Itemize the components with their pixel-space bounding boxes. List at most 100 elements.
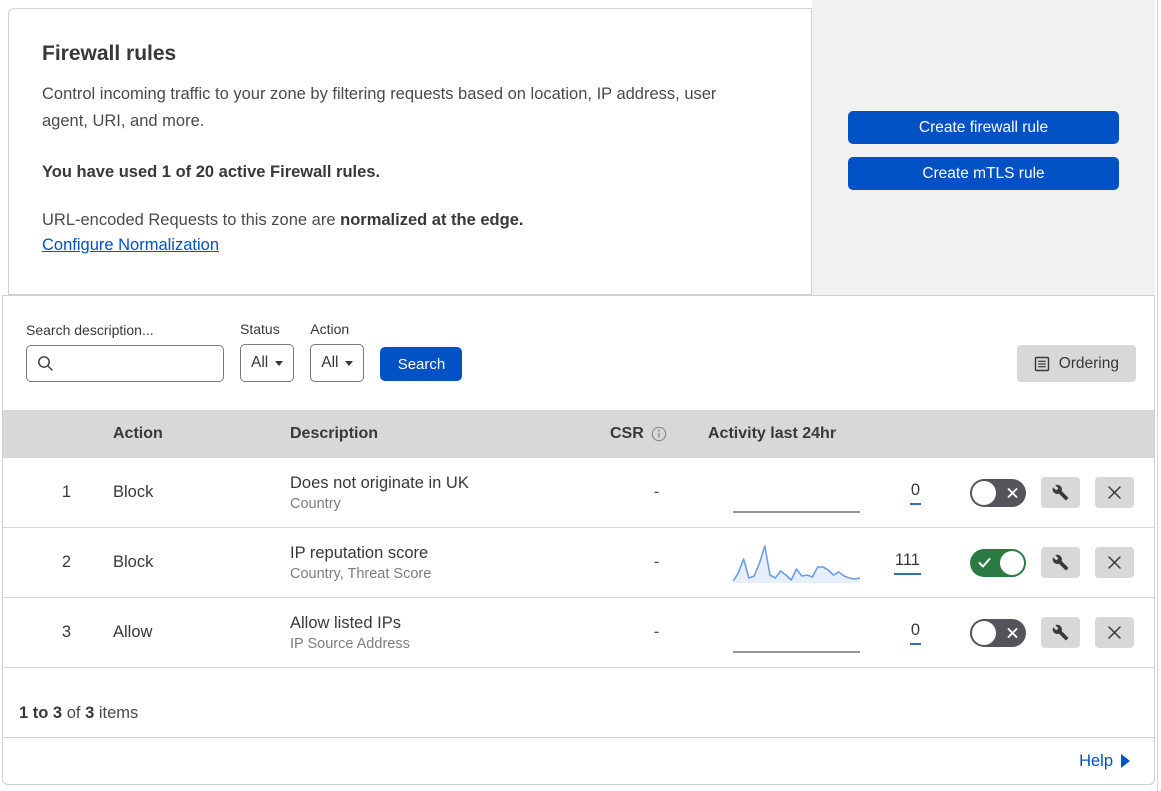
help-link[interactable]: Help	[1079, 752, 1130, 771]
search-label: Search description...	[26, 322, 154, 338]
action-column-header: Action	[113, 425, 163, 442]
search-input[interactable]	[26, 345, 224, 382]
toggle-knob	[972, 620, 996, 645]
action-value: All	[321, 354, 339, 371]
edit-rule-button[interactable]	[1041, 617, 1080, 648]
rule-match-fields: IP Source Address	[290, 635, 410, 652]
wrench-icon	[1052, 554, 1069, 571]
rule-description: IP reputation score	[290, 543, 429, 562]
search-button[interactable]: Search	[380, 347, 463, 381]
rule-enabled-toggle[interactable]	[970, 478, 1026, 507]
edit-rule-button[interactable]	[1041, 477, 1080, 508]
configure-normalization-link[interactable]: Configure Normalization	[42, 236, 219, 255]
rule-match-fields: Country	[290, 495, 341, 512]
rule-action: Allow	[113, 623, 153, 641]
rule-enabled-toggle[interactable]	[970, 548, 1026, 577]
rule-description: Allow listed IPs	[290, 613, 401, 632]
summary-total: 3	[85, 704, 95, 722]
rule-priority: 1	[61, 483, 71, 501]
summary-of: of	[66, 704, 81, 722]
actions-panel: Create firewall rule Create mTLS rule	[812, 0, 1155, 295]
status-dropdown[interactable]: All	[240, 344, 295, 382]
action-label: Action	[310, 321, 350, 337]
rule-action: Block	[113, 483, 154, 501]
rule-priority: 3	[61, 623, 71, 641]
close-icon	[1108, 486, 1121, 499]
chevron-down-icon	[275, 360, 284, 366]
status-filter-group: Status All	[240, 321, 295, 382]
rule-activity-cell: 111	[703, 543, 941, 583]
usage-notice: You have used 1 of 20 active Firewall ru…	[42, 163, 381, 182]
activity-count-link[interactable]: 0	[909, 481, 921, 505]
table-row: 3 Allow Allow listed IPs IP Source Addre…	[3, 598, 1154, 668]
arrow-right-icon	[1121, 754, 1130, 768]
rule-csr-value: -	[653, 623, 660, 641]
toggle-x-icon	[1007, 627, 1018, 638]
table-header-row: Action Description CSR Activity last 24h…	[3, 410, 1154, 458]
intro-card: Firewall rules Control incoming traffic …	[8, 8, 812, 295]
table-row: 2 Block IP reputation score Country, Thr…	[3, 528, 1154, 598]
action-filter-group: Action All	[310, 321, 365, 382]
list-document-icon	[1034, 356, 1049, 371]
ordering-button[interactable]: Ordering	[1016, 345, 1136, 382]
wrench-icon	[1052, 484, 1069, 501]
close-icon	[1108, 556, 1121, 569]
description-column-header: Description	[290, 425, 379, 442]
rule-csr-value: -	[653, 483, 660, 501]
rule-priority: 2	[61, 553, 71, 571]
rule-activity-cell: 0	[703, 473, 941, 513]
toggle-knob	[1000, 550, 1024, 575]
rule-controls	[941, 617, 1154, 648]
search-icon	[38, 356, 53, 371]
normalization-note: URL-encoded Requests to this zone are no…	[42, 211, 751, 230]
summary-range: 1 to 3	[19, 704, 63, 722]
top-section: Firewall rules Control incoming traffic …	[0, 0, 1161, 295]
edit-rule-button[interactable]	[1041, 547, 1080, 578]
rule-activity-cell: 0	[703, 613, 941, 653]
normalization-bold: normalized at the edge.	[340, 211, 524, 230]
rule-action: Block	[113, 553, 154, 571]
toggle-knob	[972, 480, 996, 505]
toggle-x-icon	[1007, 487, 1018, 498]
rule-description: Does not originate in UK	[290, 473, 469, 492]
rule-controls	[941, 477, 1154, 508]
activity-count-link[interactable]: 111	[893, 551, 921, 575]
search-input-wrap	[26, 345, 224, 382]
activity-sparkline-chart	[733, 544, 860, 583]
close-icon	[1108, 626, 1121, 639]
rule-controls	[941, 547, 1154, 578]
create-firewall-rule-button[interactable]: Create firewall rule	[848, 111, 1119, 144]
delete-rule-button[interactable]	[1095, 617, 1134, 648]
rule-description-cell: Does not originate in UK Country	[265, 474, 585, 512]
rules-list-card: Search description... Status All Action	[2, 295, 1155, 738]
rule-match-fields: Country, Threat Score	[290, 565, 432, 582]
rule-description-cell: Allow listed IPs IP Source Address	[265, 614, 585, 652]
firewall-rules-page: Firewall rules Control incoming traffic …	[0, 0, 1161, 791]
toggle-check-icon	[978, 557, 991, 568]
filter-bar: Search description... Status All Action	[3, 296, 1154, 410]
help-label: Help	[1079, 751, 1113, 770]
page-description: Control incoming traffic to your zone by…	[42, 85, 717, 130]
delete-rule-button[interactable]	[1095, 547, 1134, 578]
info-icon[interactable]	[651, 426, 667, 442]
activity-count-link[interactable]: 0	[909, 621, 921, 645]
rule-enabled-toggle[interactable]	[970, 618, 1026, 647]
activity-sparkline-empty	[733, 613, 860, 653]
search-field-group: Search description...	[26, 322, 224, 382]
delete-rule-button[interactable]	[1095, 477, 1134, 508]
table-row: 1 Block Does not originate in UK Country…	[3, 458, 1154, 528]
action-dropdown[interactable]: All	[310, 344, 365, 382]
help-bar: Help	[2, 738, 1155, 785]
activity-sparkline-empty	[733, 473, 860, 513]
rule-description-cell: IP reputation score Country, Threat Scor…	[265, 544, 585, 582]
status-label: Status	[240, 321, 280, 337]
create-mtls-rule-button[interactable]: Create mTLS rule	[848, 157, 1119, 190]
csr-header-label: CSR	[610, 425, 644, 442]
csr-column-header: CSR	[585, 425, 703, 443]
summary-items: items	[98, 704, 139, 722]
normalization-text: URL-encoded Requests to this zone are	[42, 211, 336, 230]
rule-csr-value: -	[653, 553, 660, 571]
wrench-icon	[1052, 624, 1069, 641]
activity-column-header: Activity last 24hr	[708, 425, 837, 442]
ordering-button-label: Ordering	[1058, 354, 1119, 372]
